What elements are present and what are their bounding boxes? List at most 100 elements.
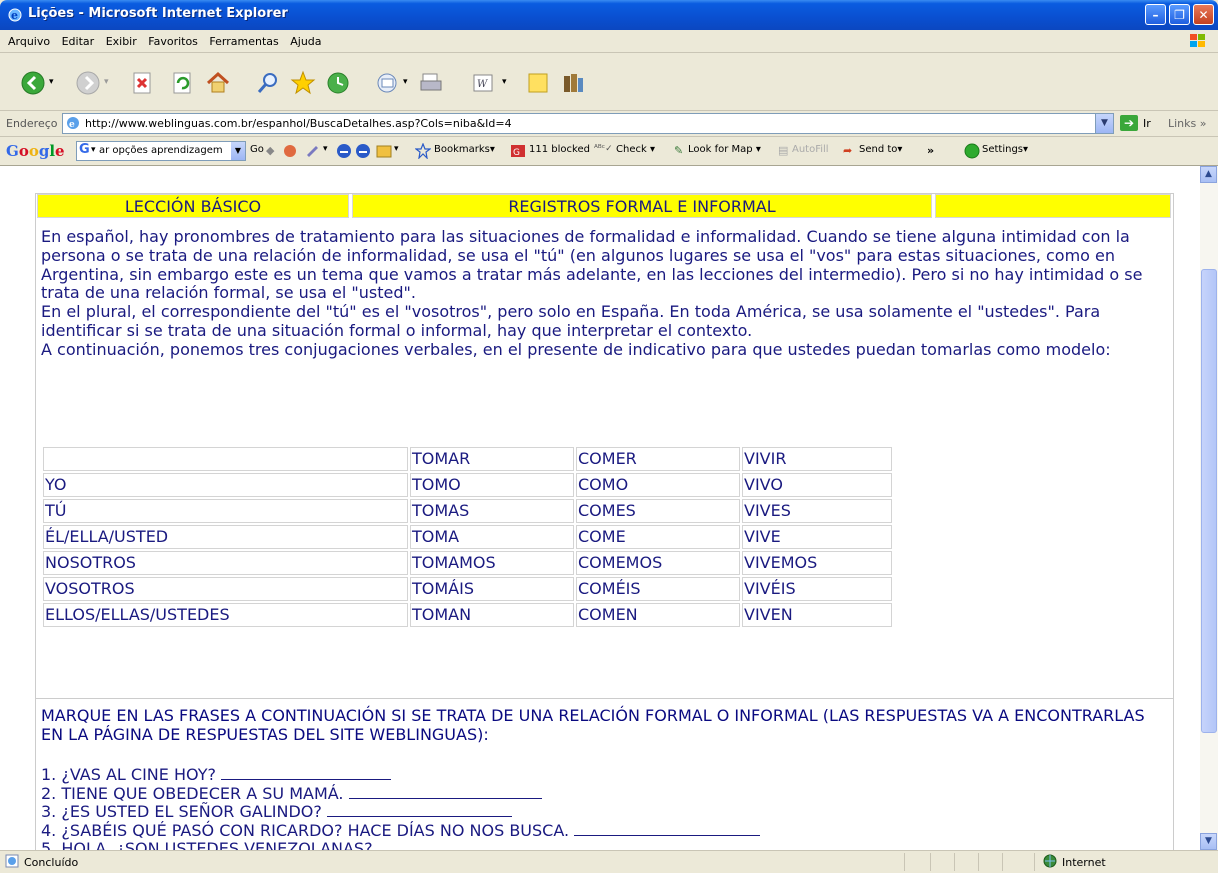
links-label: Links xyxy=(1168,117,1197,130)
table-cell: COMEMOS xyxy=(576,551,740,575)
google-logo[interactable]: Google xyxy=(6,142,65,160)
bookmarks-label: Bookmarks xyxy=(434,144,490,155)
favorites-icon[interactable] xyxy=(290,70,316,96)
google-search-dropdown-icon[interactable]: ▼ xyxy=(231,142,245,160)
table-cell: VIVE xyxy=(742,525,892,549)
table-row: NOSOTROS TOMAMOS COMEMOS VIVEMOS xyxy=(43,551,892,575)
check-button[interactable]: Check ▾ xyxy=(616,144,655,155)
table-cell: ÉL/ELLA/USTED xyxy=(43,525,408,549)
note-icon[interactable] xyxy=(525,70,551,96)
table-row: YO TOMO COMO VIVO xyxy=(43,473,892,497)
search-icon[interactable] xyxy=(255,70,281,96)
send-to-button[interactable]: Send to▾ xyxy=(859,144,902,155)
title-bar: e Lições - Microsoft Internet Explorer –… xyxy=(0,0,1218,30)
google-go-button[interactable]: Go xyxy=(250,144,264,155)
menu-arquivo[interactable]: Arquivo xyxy=(8,35,50,48)
menu-exibir[interactable]: Exibir xyxy=(106,35,137,48)
print-icon[interactable] xyxy=(418,70,444,96)
table-cell: NOSOTROS xyxy=(43,551,408,575)
google-search-value: ar opções aprendizagem xyxy=(99,145,223,156)
refresh-icon[interactable] xyxy=(170,70,196,96)
scroll-up-icon[interactable]: ▲ xyxy=(1200,166,1217,183)
address-dropdown-icon[interactable]: ▼ xyxy=(1095,114,1113,133)
home-icon[interactable] xyxy=(205,70,231,96)
table-cell: COMES xyxy=(576,499,740,523)
exercise-item-text: 3. ¿ES USTED EL SEÑOR GALINDO? xyxy=(41,802,322,822)
menu-favoritos[interactable]: Favoritos xyxy=(148,35,198,48)
table-cell: COMÉIS xyxy=(576,577,740,601)
scroll-thumb[interactable] xyxy=(1201,269,1217,733)
stop-icon[interactable] xyxy=(130,70,156,96)
lesson-paragraph: En el plural, el correspondiente del "tú… xyxy=(41,302,1101,340)
answer-blank xyxy=(221,767,392,780)
address-label: Endereço xyxy=(6,117,58,130)
exercise-item: 3. ¿ES USTED EL SEÑOR GALINDO? xyxy=(41,802,760,822)
edit-word-icon[interactable]: W xyxy=(470,70,496,96)
settings-label: Settings xyxy=(982,144,1024,155)
up-icon[interactable] xyxy=(336,143,352,159)
table-cell: VIVEN xyxy=(742,603,892,627)
search-menu-icon[interactable]: ▾ xyxy=(91,145,96,155)
go-button[interactable]: Ir xyxy=(1143,117,1151,130)
menu-bar: Arquivo Editar Exibir Favoritos Ferramen… xyxy=(0,30,1218,53)
table-cell: VIVÉIS xyxy=(742,577,892,601)
menu-ajuda[interactable]: Ajuda xyxy=(290,35,321,48)
lesson-header-blank xyxy=(935,194,1171,218)
table-cell: ELLOS/ELLAS/USTEDES xyxy=(43,603,408,627)
close-button[interactable]: ✕ xyxy=(1193,4,1214,25)
exercise-item: 4. ¿SABÉIS QUÉ PASÓ CON RICARDO? HACE DÍ… xyxy=(41,821,761,841)
address-url: http://www.weblinguas.com.br/espanhol/Bu… xyxy=(85,117,512,130)
spellcheck-icon: ᴬᴮᶜ✓ xyxy=(594,144,613,154)
back-icon[interactable] xyxy=(20,70,46,96)
windows-logo-icon xyxy=(1190,34,1205,47)
table-cell: TOMAMOS xyxy=(410,551,574,575)
exercise-list: 1. ¿VAS AL CINE HOY? 2. TIENE QUE OBEDEC… xyxy=(41,765,761,850)
table-header-row: TOMAR COMER VIVIR xyxy=(43,447,892,471)
vertical-scrollbar[interactable]: ▲ ▼ xyxy=(1200,166,1218,850)
status-divider xyxy=(954,853,955,871)
table-cell: VIVO xyxy=(742,473,892,497)
links-button[interactable]: Links » xyxy=(1168,117,1207,130)
table-cell: VIVEMOS xyxy=(742,551,892,575)
mail-dropdown-icon[interactable]: ▾ xyxy=(403,77,408,87)
address-input[interactable]: e http://www.weblinguas.com.br/espanhol/… xyxy=(62,113,1114,134)
lesson-level: LECCIÓN BÁSICO xyxy=(37,194,349,218)
blocked-count[interactable]: 111 blocked xyxy=(529,144,590,155)
section-divider xyxy=(36,698,1173,699)
menu-ferramentas[interactable]: Ferramentas xyxy=(209,35,278,48)
mail-icon[interactable] xyxy=(375,70,401,96)
back-dropdown-icon[interactable]: ▾ xyxy=(49,77,54,87)
table-header-cell: VIVIR xyxy=(742,447,892,471)
menu-editar[interactable]: Editar xyxy=(62,35,95,48)
exercise-item: 5. HOLA, ¿SON USTEDES VENEZOLANAS? xyxy=(41,840,760,850)
table-header-cell xyxy=(43,447,408,471)
edit-dropdown-icon[interactable]: ▾ xyxy=(502,77,507,87)
table-row: ÉL/ELLA/USTED TOMA COME VIVE xyxy=(43,525,892,549)
autofill-button[interactable]: AutoFill xyxy=(792,144,829,155)
lesson-container: LECCIÓN BÁSICO REGISTROS FORMAL E INFORM… xyxy=(35,193,1174,850)
go-arrow-icon[interactable]: ➔ xyxy=(1120,115,1138,131)
bookmarks-button[interactable]: Bookmarks▾ xyxy=(434,144,495,155)
next-icon[interactable] xyxy=(355,143,371,159)
highlight-icon[interactable] xyxy=(304,143,320,159)
look-for-map-button[interactable]: Look for Map ▾ xyxy=(688,144,761,155)
research-icon[interactable] xyxy=(560,70,586,96)
forward-icon[interactable] xyxy=(75,70,101,96)
pagerank-icon[interactable] xyxy=(282,143,298,159)
scroll-down-icon[interactable]: ▼ xyxy=(1200,833,1217,850)
page-icon: e xyxy=(67,117,79,130)
svg-text:e: e xyxy=(11,9,18,22)
maximize-button[interactable]: ❐ xyxy=(1169,4,1190,25)
history-icon[interactable] xyxy=(325,70,351,96)
google-search-input[interactable]: G ▾ ar opções aprendizagem ▼ xyxy=(76,141,246,161)
highlight-dropdown-icon[interactable]: ▾ xyxy=(323,144,328,154)
settings-button[interactable]: Settings▾ xyxy=(982,144,1028,155)
minimize-button[interactable]: – xyxy=(1145,4,1166,25)
popup-icon[interactable] xyxy=(376,143,392,159)
status-divider xyxy=(1034,853,1035,871)
more-chevron-icon[interactable]: » xyxy=(927,144,934,157)
popup-dropdown-icon[interactable]: ▾ xyxy=(394,144,399,154)
svg-text:e: e xyxy=(69,120,75,130)
forward-dropdown-icon[interactable]: ▾ xyxy=(104,77,109,87)
answer-blank xyxy=(326,804,512,818)
